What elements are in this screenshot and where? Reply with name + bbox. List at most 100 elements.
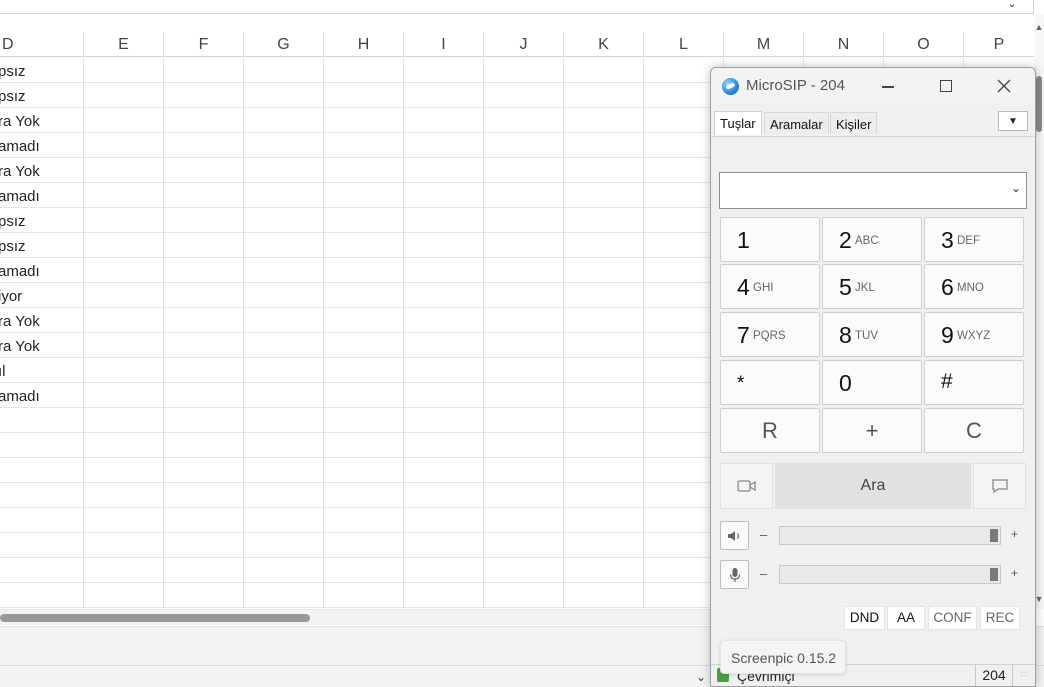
cell-d[interactable] [0,558,84,583]
slider-thumb[interactable] [990,568,998,581]
chevron-down-icon[interactable]: ⌄ [696,670,706,684]
mic-minus-label: – [760,566,768,581]
desktop: ⌄ D E F G H I J K L M N O P psız psız ra… [0,0,1044,687]
column-header-m[interactable]: M [724,32,804,57]
key-number: 4 [737,274,750,300]
cell-d[interactable] [0,408,84,433]
key-number: # [941,370,953,393]
mic-plus-label: + [1011,566,1019,580]
cell-d[interactable]: ra Yok [0,308,84,333]
message-button[interactable] [973,463,1026,509]
key-number: 5 [839,274,852,300]
cell-d[interactable]: amadı [0,383,84,408]
cell-d[interactable] [0,458,84,483]
key-number: 2 [839,227,852,253]
column-header-k[interactable]: K [564,32,644,57]
key-number: 6 [941,274,954,300]
column-header-p[interactable]: P [964,32,1034,57]
scroll-up-arrow-icon[interactable]: ▲ [1034,22,1044,32]
cell-d[interactable]: amadı [0,258,84,283]
grid-line [163,58,164,608]
cell-d[interactable]: ıl [0,358,84,383]
key-2[interactable]: 2 ABC [822,217,922,262]
tab-tuslar[interactable]: Tuşlar [714,111,762,135]
key-5[interactable]: 5 JKL [822,264,922,309]
column-header-o[interactable]: O [884,32,964,57]
title-bar[interactable]: MicroSIP - 204 [711,68,1035,104]
grid-line [83,58,84,608]
column-header-j[interactable]: J [484,32,564,57]
cell-d[interactable]: amadı [0,133,84,158]
key-7[interactable]: 7 PQRS [720,312,820,357]
chevron-down-icon[interactable]: ⌄ [1011,181,1030,195]
call-button[interactable]: Ara [775,463,971,509]
key-9[interactable]: 9 WXYZ [924,312,1024,357]
column-headers: D E F G H I J K L M N O P [0,32,1034,57]
record-button[interactable]: REC [980,606,1020,630]
cell-d[interactable] [0,533,84,558]
maximize-button[interactable] [923,68,969,104]
menu-button[interactable]: ▼ [998,111,1028,131]
close-button[interactable] [981,68,1027,104]
minimize-button[interactable] [865,68,911,104]
key-star[interactable]: * [720,360,820,405]
microphone-volume-slider[interactable] [779,565,1001,584]
cell-d[interactable]: ra Yok [0,108,84,133]
conference-button[interactable]: CONF [928,606,977,630]
key-letters: GHI [753,282,774,294]
key-3[interactable]: 3 DEF [924,217,1024,262]
column-header-d[interactable]: D [0,32,84,57]
tab-bar: Tuşlar Aramalar Kişiler ▼ [711,108,1035,136]
microphone-mute-button[interactable] [720,560,749,589]
auto-answer-button[interactable]: AA [887,606,925,630]
cell-d[interactable] [0,508,84,533]
key-1[interactable]: 1 [720,217,820,262]
plus-button[interactable]: + [822,408,922,453]
chevron-down-icon[interactable]: ⌄ [1005,0,1019,10]
cell-d[interactable]: psız [0,208,84,233]
key-0[interactable]: 0 [822,360,922,405]
tab-kisiler[interactable]: Kişiler [830,112,878,134]
cell-d[interactable]: psız [0,58,84,83]
speaker-icon [727,530,739,541]
dnd-button[interactable]: DND [844,606,885,630]
column-header-e[interactable]: E [84,32,164,57]
column-header-h[interactable]: H [324,32,404,57]
column-header-n[interactable]: N [804,32,884,57]
speaker-mute-button[interactable] [720,521,749,550]
cell-d[interactable] [0,583,84,608]
key-hash[interactable]: # [924,360,1024,405]
column-header-f[interactable]: F [164,32,244,57]
clear-button[interactable]: C [924,408,1024,453]
dial-number-input[interactable] [719,172,1027,209]
mode-buttons: DND AA CONF REC [711,606,1035,630]
column-header-l[interactable]: L [644,32,724,57]
column-header-g[interactable]: G [244,32,324,57]
formula-bar[interactable]: ⌄ [0,0,1034,14]
key-8[interactable]: 8 TUV [822,312,922,357]
resize-grip-icon[interactable]: ∷ [1021,670,1033,683]
column-header-i[interactable]: I [404,32,484,57]
chat-bubble-icon [991,479,1008,494]
key-4[interactable]: 4 GHI [720,264,820,309]
key-letters: JKL [855,282,875,294]
key-number: 1 [737,227,750,253]
cell-d[interactable]: ra Yok [0,158,84,183]
redial-button[interactable]: R [720,408,820,453]
video-call-button[interactable] [720,463,773,509]
cell-d[interactable] [0,483,84,508]
speaker-volume-slider[interactable] [779,526,1001,545]
slider-thumb[interactable] [990,529,998,542]
cell-d[interactable] [0,433,84,458]
cell-d[interactable]: iyor [0,283,84,308]
key-letters: WXYZ [957,330,991,342]
key-letters: TUV [855,330,878,342]
key-6[interactable]: 6 MNO [924,264,1024,309]
cell-d[interactable]: ra Yok [0,333,84,358]
cell-d[interactable]: psız [0,233,84,258]
tab-aramalar[interactable]: Aramalar [764,112,829,134]
horizontal-scroll-thumb[interactable] [0,614,310,622]
vertical-scroll-thumb[interactable] [1036,76,1042,132]
cell-d[interactable]: amadı [0,183,84,208]
cell-d[interactable]: psız [0,83,84,108]
